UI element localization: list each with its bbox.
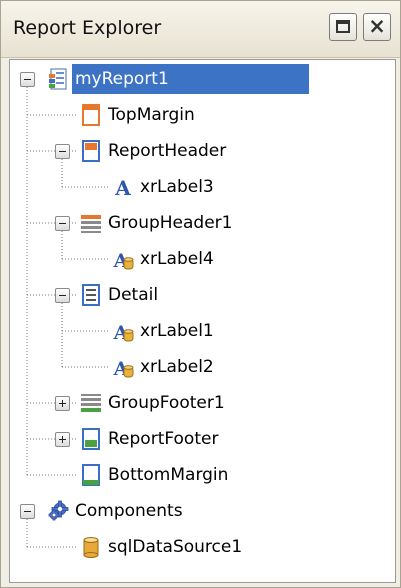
- tree-node-label: Detail: [108, 285, 159, 305]
- restore-window-icon: [336, 20, 350, 33]
- bound-label-icon: A: [112, 248, 134, 272]
- bound-label-icon: A: [112, 356, 134, 380]
- tree-node-myreport1[interactable]: myReport1: [10, 64, 395, 96]
- tree-node-reportfooter[interactable]: ReportFooter: [10, 424, 395, 456]
- tree-node-reportheader[interactable]: ReportHeader: [10, 136, 395, 168]
- expand-icon[interactable]: [55, 432, 70, 447]
- tree-node-bottommargin[interactable]: BottomMargin: [10, 460, 395, 492]
- tree-node-xrlabel2[interactable]: AxrLabel2: [10, 352, 395, 384]
- label-icon: A: [112, 176, 134, 200]
- tree-node-label: sqlDataSource1: [108, 537, 243, 557]
- tree-node-label: ReportFooter: [108, 429, 219, 449]
- close-icon: ×: [368, 14, 386, 38]
- report-tree[interactable]: myReport1 TopMargin ReportHeader AxrLabel3 G…: [9, 59, 396, 583]
- report-icon: [47, 68, 69, 90]
- collapse-icon[interactable]: [55, 216, 70, 231]
- expand-icon[interactable]: [55, 396, 70, 411]
- collapse-icon[interactable]: [20, 72, 35, 87]
- tree-node-xrlabel1[interactable]: AxrLabel1: [10, 316, 395, 348]
- restore-button[interactable]: [329, 13, 357, 41]
- tree-node-xrlabel4[interactable]: AxrLabel4: [10, 244, 395, 276]
- components-gear-icon: [47, 500, 69, 522]
- top-margin-band-icon: [80, 104, 102, 126]
- database-icon: [80, 536, 102, 558]
- tree-node-label: ReportHeader: [108, 141, 227, 161]
- collapse-icon[interactable]: [55, 288, 70, 303]
- tree-node-label: xrLabel2: [140, 357, 214, 377]
- detail-band-icon: [80, 284, 102, 306]
- tree-node-label: xrLabel3: [140, 177, 214, 197]
- tree-node-label: Components: [75, 501, 183, 521]
- report-explorer-panel: Report Explorer × myReport1 TopMargin Repo…: [0, 0, 401, 588]
- tree-node-label: xrLabel1: [140, 321, 214, 341]
- close-button[interactable]: ×: [363, 13, 391, 41]
- svg-text:A: A: [114, 176, 131, 198]
- tree-node-label: xrLabel4: [140, 249, 214, 269]
- tree-node-label: BottomMargin: [108, 465, 229, 485]
- bound-label-icon: A: [112, 320, 134, 344]
- tree-node-components[interactable]: Components: [10, 496, 395, 528]
- tree-node-groupfooter1[interactable]: GroupFooter1: [10, 388, 395, 420]
- tree-node-groupheader1[interactable]: GroupHeader1: [10, 208, 395, 240]
- collapse-icon[interactable]: [55, 144, 70, 159]
- tree-node-label: GroupFooter1: [108, 393, 225, 413]
- group-header-band-icon: [80, 212, 102, 234]
- tree-node-label: myReport1: [72, 64, 309, 94]
- tree-node-xrlabel3[interactable]: AxrLabel3: [10, 172, 395, 204]
- collapse-icon[interactable]: [20, 504, 35, 519]
- tree-node-detail[interactable]: Detail: [10, 280, 395, 312]
- report-footer-band-icon: [80, 428, 102, 450]
- panel-header: Report Explorer ×: [1, 1, 400, 58]
- bottom-margin-band-icon: [80, 464, 102, 486]
- tree-node-label: GroupHeader1: [108, 213, 233, 233]
- tree-node-topmargin[interactable]: TopMargin: [10, 100, 395, 132]
- panel-title: Report Explorer: [13, 17, 162, 39]
- report-header-band-icon: [80, 140, 102, 162]
- tree-node-label: TopMargin: [108, 105, 195, 125]
- tree-node-sqldatasource1[interactable]: sqlDataSource1: [10, 532, 395, 564]
- group-footer-band-icon: [80, 392, 102, 414]
